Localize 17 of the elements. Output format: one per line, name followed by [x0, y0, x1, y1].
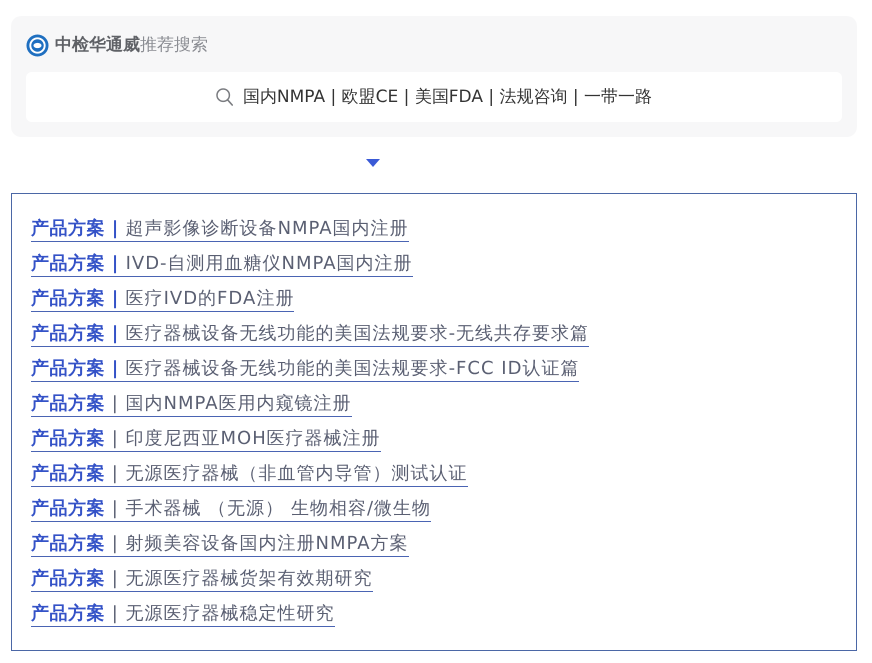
search-field[interactable]: 国内NMPA | 欧盟CE | 美国FDA | 法规咨询 | 一带一路: [26, 72, 842, 122]
article-link[interactable]: 产品方案 | 医疗IVD的FDA注册: [31, 287, 294, 312]
article-link[interactable]: 产品方案 | 无源医疗器械稳定性研究: [31, 602, 335, 627]
article-link[interactable]: 产品方案 | 超声影像诊断设备NMPA国内注册: [31, 217, 409, 242]
article-link[interactable]: 产品方案 | 射频美容设备国内注册NMPA方案: [31, 532, 409, 557]
article-link[interactable]: 产品方案 | 医疗器械设备无线功能的美国法规要求-FCC ID认证篇: [31, 357, 580, 382]
article-link[interactable]: 产品方案 | 国内NMPA医用内窥镜注册: [31, 392, 352, 417]
article-link[interactable]: 产品方案 | 无源医疗器械（非血管内导管）测试认证: [31, 462, 468, 487]
article-link[interactable]: 产品方案 | 无源医疗器械货架有效期研究: [31, 567, 373, 592]
article-link[interactable]: 产品方案 | 医疗器械设备无线功能的美国法规要求-无线共存要求篇: [31, 322, 590, 347]
article-link[interactable]: 产品方案 | 手术器械 （无源） 生物相容/微生物: [31, 497, 432, 522]
section-title: 中检华通威推荐搜索: [55, 34, 208, 57]
article-link[interactable]: 产品方案 | IVD-自测用血糖仪NMPA国内注册: [31, 252, 413, 277]
article-link[interactable]: 产品方案 | 印度尼西亚MOH医疗器械注册: [31, 427, 381, 452]
caret-icon: [366, 159, 380, 167]
search-icon: [216, 88, 233, 106]
logo-icon: [26, 34, 49, 56]
